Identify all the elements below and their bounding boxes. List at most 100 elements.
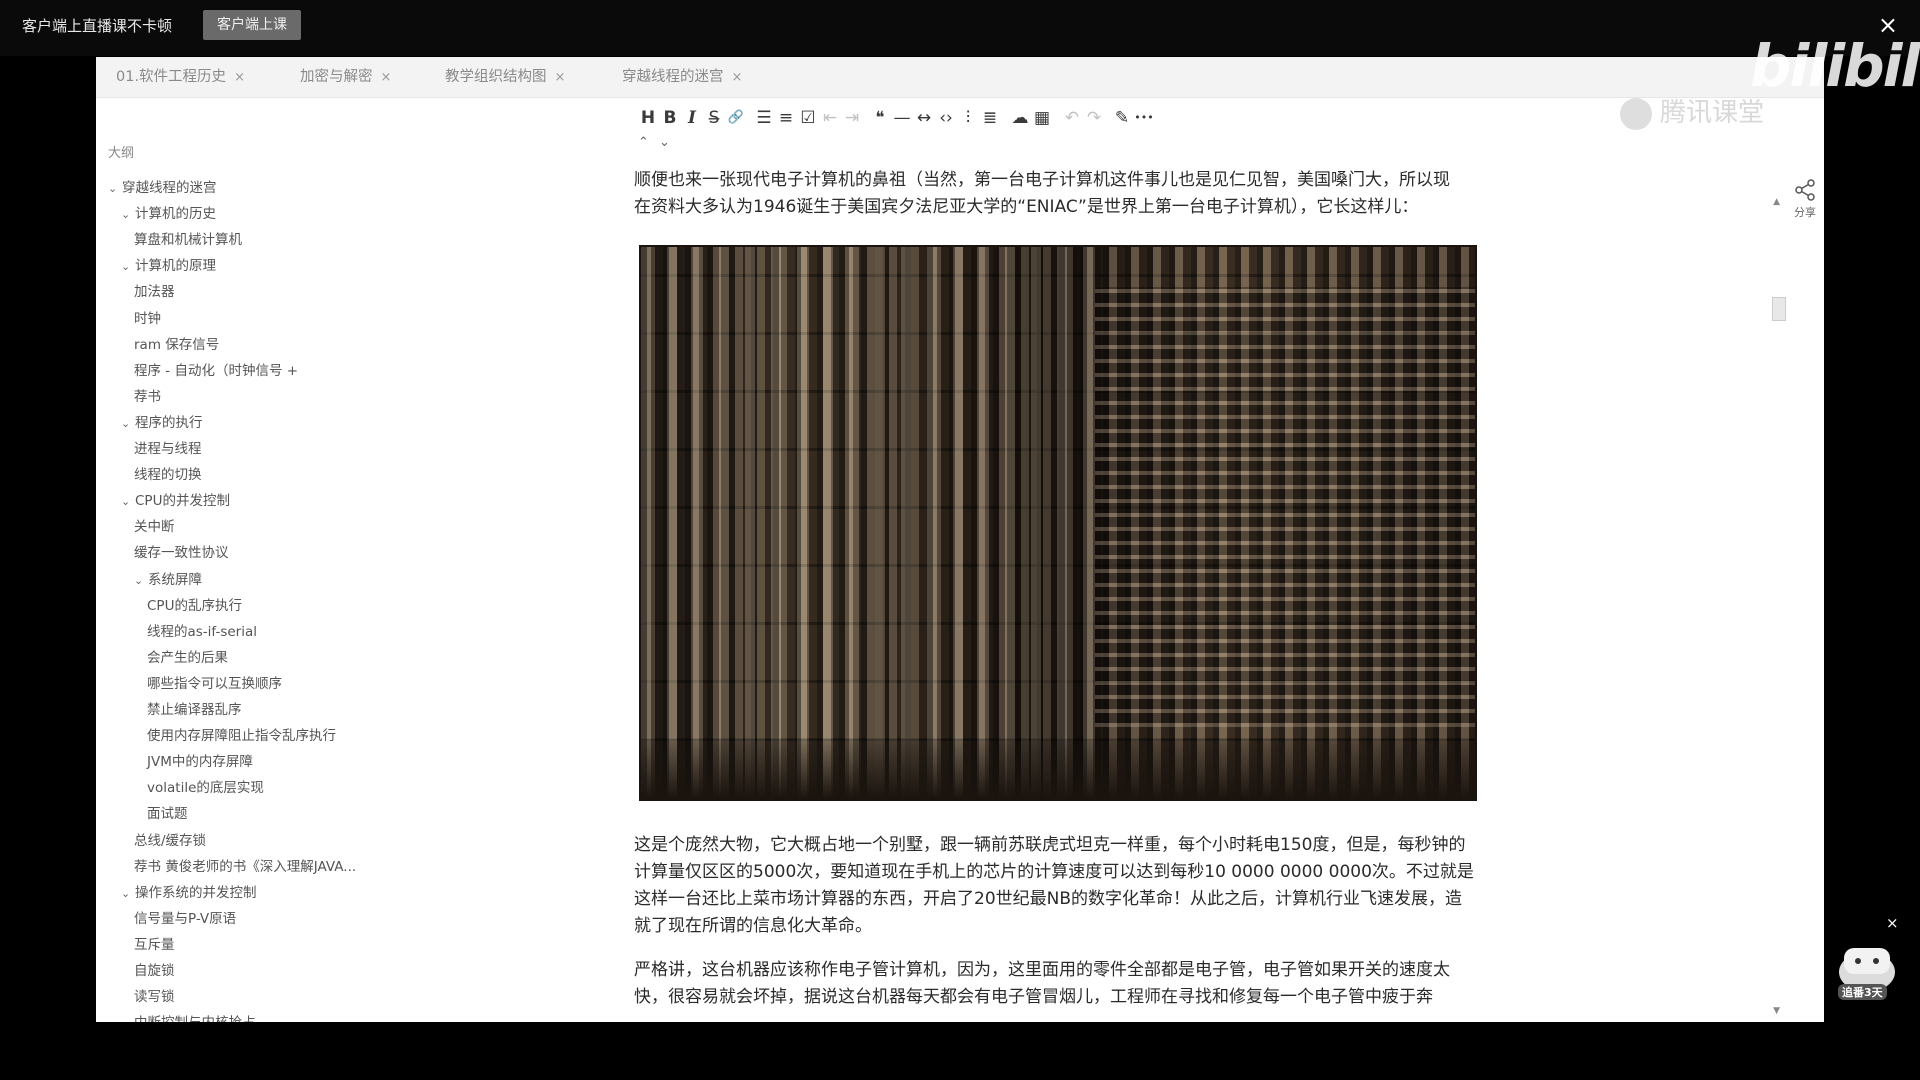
- outline-item[interactable]: 时钟: [134, 307, 161, 327]
- outline-item[interactable]: CPU的乱序执行: [147, 594, 242, 614]
- outline-item-label: 中断控制与内核抢占: [134, 1015, 256, 1022]
- italic-icon[interactable]: I: [680, 105, 704, 131]
- heading-icon[interactable]: H: [636, 105, 660, 131]
- outline-item[interactable]: 读写锁: [134, 985, 175, 1005]
- outline-item[interactable]: 面试题: [147, 802, 188, 822]
- link-icon[interactable]: 🔗: [724, 105, 748, 131]
- outline-item[interactable]: ⌄ 操作系统的并发控制: [121, 881, 257, 901]
- tab-thread-maze[interactable]: 穿越线程的迷宫 ×: [622, 57, 742, 97]
- client-class-button[interactable]: 客户端上课: [203, 10, 301, 40]
- bold-icon[interactable]: B: [658, 105, 682, 131]
- outline-item-label: 时钟: [134, 310, 161, 327]
- outline-item[interactable]: ram 保存信号: [134, 333, 219, 353]
- outline-item[interactable]: 线程的切换: [134, 463, 202, 483]
- close-tab-icon[interactable]: ×: [234, 70, 245, 85]
- outline-item-label: 信号量与P-V原语: [134, 910, 237, 927]
- share-button[interactable]: 分享: [1794, 179, 1816, 220]
- outline-item[interactable]: 信号量与P-V原语: [134, 907, 236, 927]
- strikethrough-icon[interactable]: S̶: [702, 105, 726, 131]
- outline-item-label: 总线/缓存锁: [134, 832, 207, 849]
- pencil-icon[interactable]: ✎: [1110, 105, 1134, 131]
- horizontal-rule-icon[interactable]: —: [890, 105, 914, 131]
- outline-item[interactable]: 荐书 黄俊老师的书《深入理解JAVA...: [134, 855, 356, 875]
- indent-icon[interactable]: ⇥: [840, 105, 864, 131]
- paragraph-line: 顺便也来一张现代电子计算机的鼻祖（当然，第一台电子计算机这件事儿也是见仁见智，美…: [634, 170, 1450, 190]
- outline-item[interactable]: 进程与线程: [134, 437, 202, 457]
- outline-item[interactable]: 程序 - 自动化（时钟信号 +: [134, 359, 298, 379]
- format-icon[interactable]: ≣: [978, 105, 1002, 131]
- more-icon[interactable]: •••: [1132, 105, 1156, 131]
- outline-item-label: 哪些指令可以互换顺序: [147, 675, 282, 692]
- brand-watermark: 腾讯课堂: [1620, 92, 1764, 130]
- paragraph-line: 严格讲，这台机器应该称作电子管计算机，因为，这里面用的零件全部都是电子管，电子管…: [634, 960, 1450, 980]
- brand-logo-icon: [1620, 97, 1652, 130]
- outdent-icon[interactable]: ⇤: [818, 105, 842, 131]
- nav-arrows[interactable]: ⌃ ⌄: [638, 135, 670, 151]
- outline-item[interactable]: 禁止编译器乱序: [147, 698, 242, 718]
- outline-item[interactable]: ⌄ 计算机的历史: [121, 202, 216, 222]
- outline-item[interactable]: ⌄ 程序的执行: [121, 411, 203, 431]
- scroll-up-icon[interactable]: ▲: [1773, 197, 1780, 207]
- close-tab-icon[interactable]: ×: [381, 70, 392, 85]
- undo-icon[interactable]: ↶: [1060, 105, 1084, 131]
- paragraph-line: 这是个庞然大物，它大概占地一个别墅，跟一辆前苏联虎式坦克一样重，每个小时耗电15…: [634, 835, 1466, 855]
- outline-item[interactable]: 中断控制与内核抢占: [134, 1011, 256, 1022]
- outline-item[interactable]: 互斥量: [134, 933, 175, 953]
- chevron-down-icon[interactable]: ⌄: [108, 182, 122, 195]
- outline-item[interactable]: ⌄ 穿越线程的迷宫: [108, 176, 217, 196]
- chevron-down-icon[interactable]: ⌄: [134, 574, 148, 587]
- chevron-down-icon[interactable]: ⌄: [121, 417, 135, 430]
- code-block-icon[interactable]: ‹›: [934, 105, 958, 131]
- redo-icon[interactable]: ↷: [1082, 105, 1106, 131]
- outline-item[interactable]: 关中断: [134, 515, 175, 535]
- outline-item-label: 读写锁: [134, 989, 175, 1006]
- ordered-list-icon[interactable]: ≡: [774, 105, 798, 131]
- outline-item[interactable]: 加法器: [134, 280, 175, 300]
- outline-item[interactable]: 使用内存屏障阻止指令乱序执行: [147, 724, 336, 744]
- paragraph-line: 快，很容易就会坏掉，据说这台机器每天都会有电子管冒烟儿，工程师在寻找和修复每一个…: [634, 987, 1433, 1007]
- table-icon[interactable]: ▦: [1030, 105, 1054, 131]
- outline-item-label: 程序 - 自动化（时钟信号 +: [134, 362, 299, 379]
- bullet-list-icon[interactable]: ☰: [752, 105, 776, 131]
- outline-item[interactable]: 哪些指令可以互换顺序: [147, 672, 282, 692]
- chevron-down-icon[interactable]: ⌄: [121, 495, 135, 508]
- scroll-thumb[interactable]: [1772, 297, 1786, 321]
- close-tab-icon[interactable]: ×: [732, 70, 743, 85]
- outline-item-label: 进程与线程: [134, 441, 202, 457]
- outline-item[interactable]: ⌄ 系统屏障: [134, 568, 202, 588]
- outline-item[interactable]: 总线/缓存锁: [134, 829, 206, 849]
- close-tab-icon[interactable]: ×: [555, 70, 566, 85]
- outline-item[interactable]: 荐书: [134, 385, 161, 405]
- chevron-down-icon[interactable]: ⌄: [121, 208, 135, 221]
- mascot-label: 追番3天: [1838, 984, 1887, 1000]
- chevron-up-icon[interactable]: ⌃: [638, 135, 649, 150]
- outline-item[interactable]: 缓存一致性协议: [134, 541, 229, 561]
- chevron-down-icon[interactable]: ⌄: [121, 887, 135, 900]
- chevron-down-icon[interactable]: ⌄: [659, 135, 670, 150]
- outline-item-label: 线程的切换: [134, 467, 202, 484]
- scroll-down-icon[interactable]: ▼: [1773, 1006, 1780, 1016]
- outline-item[interactable]: volatile的底层实现: [147, 776, 264, 796]
- outline-item[interactable]: JVM中的内存屏障: [147, 750, 253, 770]
- outline-item-label: 互斥量: [134, 936, 175, 953]
- outline-item[interactable]: 自旋锁: [134, 959, 175, 979]
- align-icon[interactable]: ⫶: [956, 105, 980, 131]
- tab-software-history[interactable]: 01.软件工程历史 ×: [116, 57, 245, 97]
- tab-encryption[interactable]: 加密与解密 ×: [300, 57, 391, 97]
- outline-item[interactable]: 线程的as-if-serial: [147, 620, 257, 640]
- tab-org-chart[interactable]: 教学组织结构图 ×: [445, 57, 565, 97]
- outline-item-label: 关中断: [134, 519, 175, 536]
- outline-item[interactable]: 算盘和机械计算机: [134, 228, 242, 248]
- outline-item-label: volatile的底层实现: [147, 780, 264, 797]
- upload-cloud-icon[interactable]: ☁: [1008, 105, 1032, 131]
- chevron-down-icon[interactable]: ⌄: [121, 260, 135, 273]
- outline-item[interactable]: ⌄ CPU的并发控制: [121, 489, 230, 509]
- outline-item-label: 缓存一致性协议: [134, 545, 229, 562]
- task-list-icon[interactable]: ☑: [796, 105, 820, 131]
- paragraph-line: 计算量仅区区的5000次，要知道现在手机上的芯片的计算速度可以达到每秒10 00…: [634, 862, 1474, 882]
- paragraph-line: 就了现在所谓的信息化大革命。: [634, 916, 872, 936]
- quote-icon[interactable]: ❝: [868, 105, 892, 131]
- code-inline-icon[interactable]: ↔: [912, 105, 936, 131]
- outline-item[interactable]: ⌄ 计算机的原理: [121, 254, 216, 274]
- outline-item[interactable]: 会产生的后果: [147, 646, 228, 666]
